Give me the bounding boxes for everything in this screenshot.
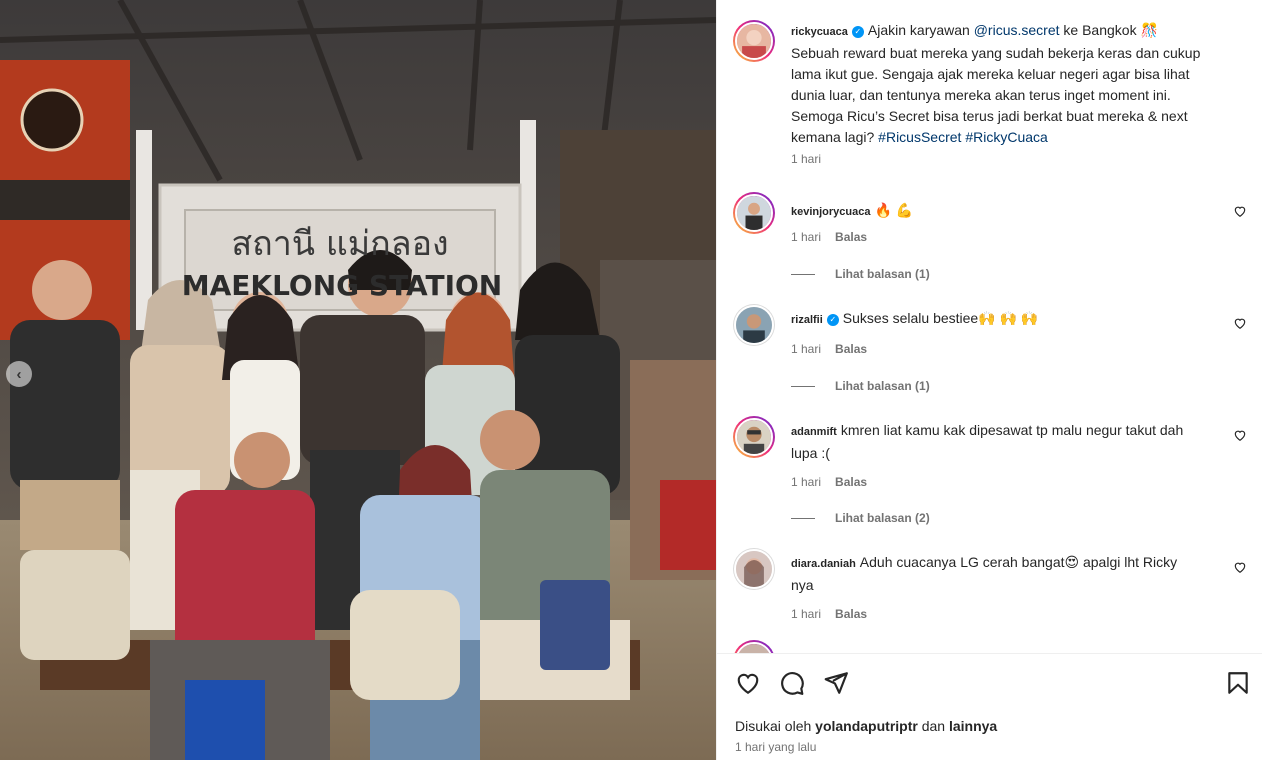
post-side-panel: rickycuaca ✓ Ajakin karyawan @ricus.secret…	[716, 0, 1262, 760]
comment-time: 1 hari	[791, 607, 822, 621]
view-replies-label: Lihat balasan (1)	[835, 267, 930, 281]
heart-icon[interactable]	[1233, 316, 1247, 330]
caption-text: rickycuaca ✓ Ajakin karyawan @ricus.secret…	[791, 20, 1203, 148]
comment-icon[interactable]	[779, 670, 805, 696]
send-icon[interactable]	[823, 670, 849, 696]
hashtag[interactable]: #RicusSecret	[878, 129, 961, 145]
comment-text: kmren liat kamu kak dipesawat tp malu ne…	[791, 422, 1184, 461]
liked-by-prefix: Disukai oleh	[735, 718, 812, 734]
view-replies-button[interactable]: Lihat balasan (2)	[791, 511, 930, 525]
heart-icon[interactable]	[1233, 560, 1247, 574]
comment-username[interactable]: adanmift	[791, 426, 837, 438]
comments-scroll[interactable]: rickycuaca ✓ Ajakin karyawan @ricus.secret…	[717, 0, 1262, 653]
avatar[interactable]	[733, 304, 775, 346]
caption-mention[interactable]: @ricus.secret	[974, 22, 1060, 38]
avatar[interactable]	[733, 416, 775, 458]
divider	[791, 517, 815, 519]
bookmark-icon[interactable]	[1225, 670, 1251, 696]
heart-icon[interactable]	[735, 670, 761, 696]
post-timestamp: 1 hari yang lalu	[735, 740, 817, 754]
divider	[791, 273, 815, 275]
liked-by: Disukai oleh yolandaputriptr dan lainnya	[735, 718, 997, 734]
photo-illustration: สถานี แม่กลอง MAEKLONG STATION	[0, 0, 716, 760]
reply-button[interactable]: Balas	[835, 475, 867, 489]
liked-by-others[interactable]: lainnya	[949, 718, 997, 734]
comment-username[interactable]: kevinjorycuaca	[791, 206, 871, 218]
post-photo: สถานี แม่กลอง MAEKLONG STATION ‹	[0, 0, 716, 760]
sign-latin-text: MAEKLONG STATION	[182, 269, 503, 302]
hashtag[interactable]: #RickyCuaca	[965, 129, 1047, 145]
view-replies-label: Lihat balasan (2)	[835, 511, 930, 525]
view-replies-label: Lihat balasan (1)	[835, 379, 930, 393]
heart-icon[interactable]	[1233, 204, 1247, 218]
view-replies-button[interactable]: Lihat balasan (1)	[791, 379, 930, 393]
avatar[interactable]	[733, 20, 775, 62]
comment-username[interactable]: diara.daniah	[791, 558, 856, 570]
caption-username[interactable]: rickycuaca	[791, 26, 848, 38]
chevron-left-icon[interactable]: ‹	[6, 361, 32, 387]
heart-icon[interactable]	[1233, 428, 1247, 442]
comment-time: 1 hari	[791, 342, 822, 356]
liked-by-and: dan	[921, 718, 946, 734]
caption-time: 1 hari	[791, 152, 822, 166]
caption-text-part: ke Bangkok 🎊 Sebuah reward buat mereka y…	[791, 22, 1201, 145]
caption-text-part: Ajakin karyawan	[867, 22, 970, 38]
verified-badge-icon: ✓	[826, 314, 839, 326]
comment-username[interactable]: rizalfii	[791, 314, 823, 326]
liked-by-user[interactable]: yolandaputriptr	[815, 718, 918, 734]
divider	[791, 385, 815, 387]
reply-button[interactable]: Balas	[835, 230, 867, 244]
avatar[interactable]	[733, 548, 775, 590]
reply-button[interactable]: Balas	[835, 607, 867, 621]
post-actions: Disukai oleh yolandaputriptr dan lainnya…	[717, 653, 1262, 760]
comment-time: 1 hari	[791, 475, 822, 489]
verified-badge-icon: ✓	[851, 26, 864, 38]
comment-text: 🔥 💪	[874, 202, 914, 218]
view-replies-button[interactable]: Lihat balasan (1)	[791, 267, 930, 281]
reply-button[interactable]: Balas	[835, 342, 867, 356]
avatar[interactable]	[733, 192, 775, 234]
comment-text: Sukses selalu bestiee🙌 🙌 🙌	[842, 310, 1039, 326]
avatar[interactable]	[733, 640, 775, 653]
sign-thai-text: สถานี แม่กลอง	[231, 224, 448, 264]
comment-time: 1 hari	[791, 230, 822, 244]
